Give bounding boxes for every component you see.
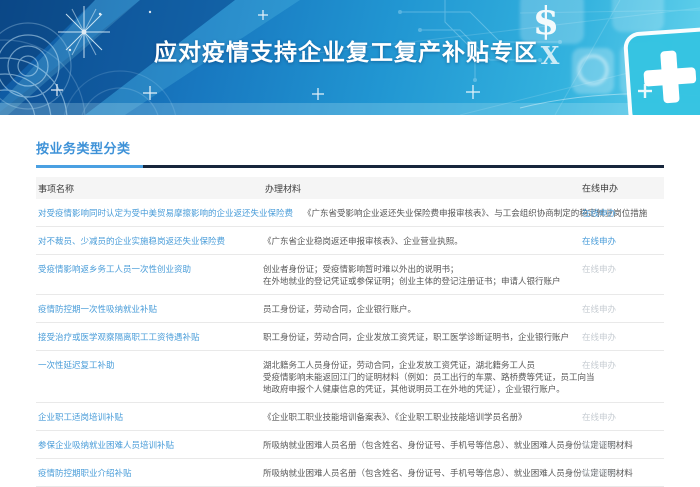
subsidy-name-link[interactable]: 参保企业吸纳就业困难人员培训补贴 <box>36 439 263 451</box>
bottom-glow <box>0 103 700 115</box>
subsidy-name-link[interactable]: 接受治疗或医学观察隔离职工工资待遇补贴 <box>36 331 263 343</box>
table-row: 参保企业吸纳就业困难人员培训补贴所吸纳就业困难人员名册（包含姓名、身份证号、手机… <box>36 431 664 459</box>
table-row: 对受疫情影响同时认定为受中美贸易摩擦影响的企业返还失业保险费《广东省受影响企业返… <box>36 199 664 227</box>
section-title: 按业务类型分类 <box>36 138 664 157</box>
table-row: 疫情防控期一次性吸纳就业补贴员工身份证，劳动合同，企业银行账户。在线申办 <box>36 295 664 323</box>
subsidy-name-link[interactable]: 对不裁员、少减员的企业实施稳岗返还失业保险费 <box>36 235 263 247</box>
table-row: 对不裁员、少减员的企业实施稳岗返还失业保险费《广东省企业稳岗返还申报审核表》、企… <box>36 227 664 255</box>
online-apply-link: 在线申办 <box>582 411 616 423</box>
table-row: 受疫情影响返乡务工人员一次性创业资助创业者身份证；受疫情影响暂时难以外出的说明书… <box>36 255 664 295</box>
online-apply-link[interactable]: 在线申办 <box>582 235 616 247</box>
banner: $ X 应对疫情支持企业复工复产补贴专区 <box>0 0 700 115</box>
subsidy-name-link[interactable]: 疫情防控期职业介绍补贴 <box>36 467 263 479</box>
online-apply-link: 在线申办 <box>582 359 616 371</box>
subsidy-name-link[interactable]: 对受疫情影响同时认定为受中美贸易摩擦影响的企业返还失业保险费 <box>36 207 303 219</box>
header-item-name: 事项名称 <box>36 182 265 195</box>
online-apply-link: 在线申办 <box>582 467 616 479</box>
online-apply-link: 在线申办 <box>582 263 616 275</box>
subsidy-name-link[interactable]: 企业职工适岗培训补贴 <box>36 411 263 423</box>
medical-cross-icon <box>625 28 700 115</box>
online-apply-link: 在线申办 <box>582 331 616 343</box>
online-apply-link[interactable]: 在线申办 <box>582 207 616 219</box>
table-header-row: 事项名称 办理材料 在线申办 <box>36 177 664 199</box>
header-online-apply: 在线申办 <box>582 182 618 195</box>
online-apply-link: 在线申办 <box>582 439 616 451</box>
table-row: 疫情防控期职业介绍补贴所吸纳就业困难人员名册（包含姓名、身份证号、手机号等信息）… <box>36 459 664 487</box>
table-row: 企业职工适岗培训补贴《企业职工职业技能培训备案表》、《企业职工职业技能培训学员名… <box>36 403 664 431</box>
banner-title: 应对疫情支持企业复工复产补贴专区 <box>154 33 538 67</box>
subsidy-table: 事项名称 办理材料 在线申办 对受疫情影响同时认定为受中美贸易摩擦影响的企业返还… <box>36 177 664 487</box>
table-row: 接受治疗或医学观察隔离职工工资待遇补贴职工身份证，劳动合同，企业发放工资凭证，职… <box>36 323 664 351</box>
table-body: 对受疫情影响同时认定为受中美贸易摩擦影响的企业返还失业保险费《广东省受影响企业返… <box>36 199 664 487</box>
online-apply-link: 在线申办 <box>582 303 616 315</box>
subsidy-name-link[interactable]: 受疫情影响返乡务工人员一次性创业资助 <box>36 263 263 275</box>
section-rule <box>36 165 664 168</box>
section-rule-accent <box>36 165 143 168</box>
subsidy-name-link[interactable]: 一次性延迟复工补助 <box>36 359 263 371</box>
subsidy-name-link[interactable]: 疫情防控期一次性吸纳就业补贴 <box>36 303 263 315</box>
decor-letter: X <box>541 41 560 70</box>
table-row: 一次性延迟复工补助湖北籍务工人员身份证，劳动合同，企业发放工资凭证，湖北籍务工人… <box>36 351 664 403</box>
main-content: 按业务类型分类 事项名称 办理材料 在线申办 对受疫情影响同时认定为受中美贸易摩… <box>0 138 700 487</box>
